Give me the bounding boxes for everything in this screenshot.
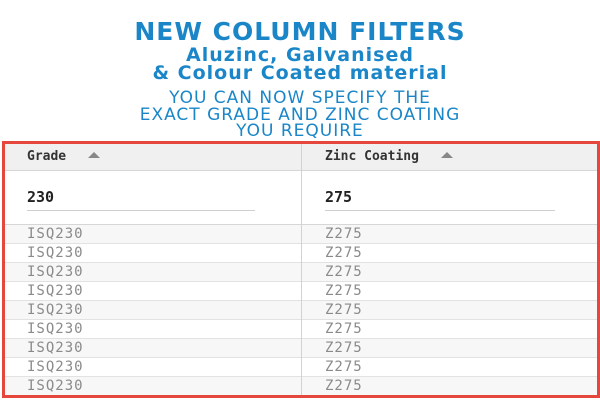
cell-grade: ISQ230	[27, 321, 84, 337]
cell-grade: ISQ230	[27, 264, 84, 280]
cell-grade: ISQ230	[27, 226, 84, 242]
cell-grade: ISQ230	[27, 340, 84, 356]
cell-grade: ISQ230	[27, 283, 84, 299]
cell-zinc-coating: Z275	[325, 359, 363, 375]
cell-zinc-coating: Z275	[325, 245, 363, 261]
column-header-zinc-coating[interactable]: Zinc Coating	[325, 144, 453, 170]
column-header-grade-label: Grade	[27, 149, 67, 164]
banner-title: NEW COLUMN FILTERS	[134, 17, 466, 46]
banner-tagline-line-3: YOU REQUIRE	[236, 121, 364, 141]
cell-grade: ISQ230	[27, 302, 84, 318]
column-divider	[301, 144, 302, 395]
cell-zinc-coating: Z275	[325, 302, 363, 318]
zinc-coating-filter-input[interactable]	[325, 184, 555, 211]
cell-zinc-coating: Z275	[325, 340, 363, 356]
cell-grade: ISQ230	[27, 245, 84, 261]
cell-zinc-coating: Z275	[325, 321, 363, 337]
sort-ascending-icon[interactable]	[87, 152, 100, 158]
cell-grade: ISQ230	[27, 378, 84, 394]
cell-grade: ISQ230	[27, 359, 84, 375]
cell-zinc-coating: Z275	[325, 283, 363, 299]
filter-table: Grade Zinc Coating ISQ230 Z275 ISQ230 Z275 I…	[2, 141, 600, 398]
promo-banner: NEW COLUMN FILTERS Aluzinc, Galvanised &…	[0, 0, 600, 141]
grade-filter-input[interactable]	[27, 184, 255, 211]
column-header-grade[interactable]: Grade	[27, 144, 100, 170]
cell-zinc-coating: Z275	[325, 264, 363, 280]
cell-zinc-coating: Z275	[325, 226, 363, 242]
banner-subtitle-line-2: & Colour Coated material	[152, 62, 448, 84]
sort-ascending-icon[interactable]	[440, 152, 453, 158]
cell-zinc-coating: Z275	[325, 378, 363, 394]
column-header-zinc-coating-label: Zinc Coating	[325, 149, 419, 164]
